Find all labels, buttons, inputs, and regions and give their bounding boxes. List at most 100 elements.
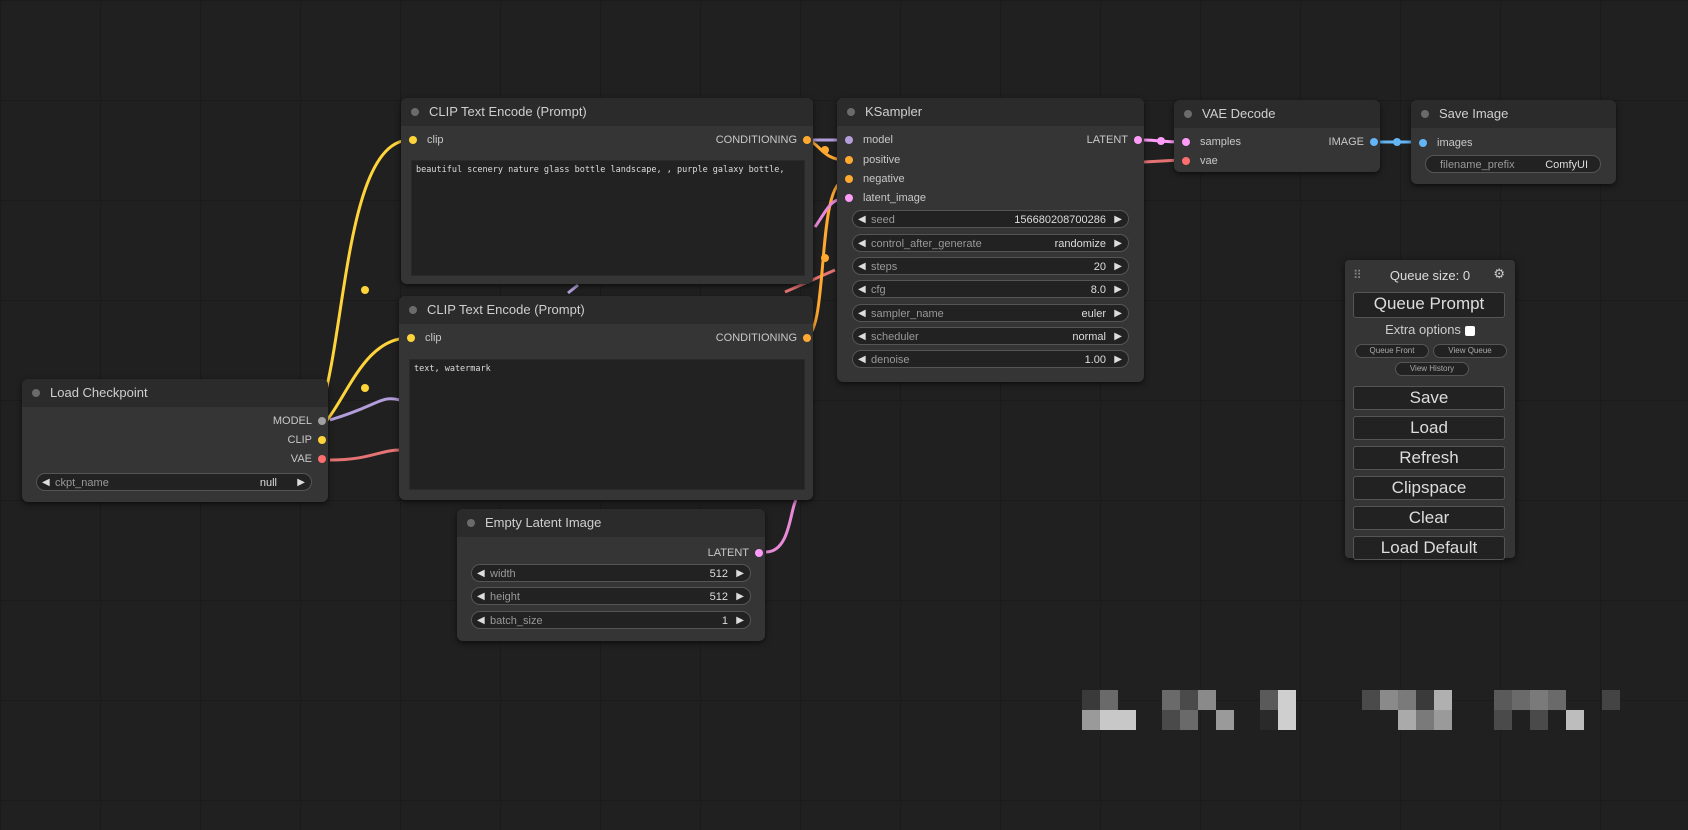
node-title[interactable]: Empty Latent Image [457,509,765,537]
input-pin-icon[interactable] [1182,138,1190,146]
view-queue-button[interactable]: View Queue [1433,344,1507,358]
input-pin-icon[interactable] [1419,139,1427,147]
refresh-button[interactable]: Refresh [1353,446,1505,470]
collapse-dot-icon[interactable] [1184,110,1192,118]
node-title[interactable]: Load Checkpoint [22,379,328,407]
increment-arrow-icon[interactable]: ▶ [736,588,744,606]
clip-text-encode-positive-node[interactable]: CLIP Text Encode (Prompt) clip CONDITION… [401,98,813,284]
increment-arrow-icon[interactable]: ▶ [736,612,744,630]
clip-output-slot[interactable]: CLIP [288,432,326,448]
input-pin-icon[interactable] [845,136,853,144]
increment-arrow-icon[interactable]: ▶ [1114,211,1122,229]
output-pin-icon[interactable] [318,417,326,425]
increment-arrow-icon[interactable]: ▶ [1114,305,1122,323]
input-pin-icon[interactable] [1182,157,1190,165]
collapse-dot-icon[interactable] [467,519,475,527]
prompt-text-area[interactable]: text, watermark [409,359,805,490]
clear-button[interactable]: Clear [1353,506,1505,530]
queue-prompt-button[interactable]: Queue Prompt [1353,292,1505,318]
vae-input-slot[interactable]: vae [1182,153,1218,169]
collapse-dot-icon[interactable] [1421,110,1429,118]
ckpt-name-widget[interactable]: ◀ ckpt_name null ▶ [36,473,312,491]
clip-text-encode-negative-node[interactable]: CLIP Text Encode (Prompt) clip CONDITION… [399,296,813,500]
prompt-text-area[interactable]: beautiful scenery nature glass bottle la… [411,160,805,276]
decrement-arrow-icon[interactable]: ◀ [477,565,485,583]
decrement-arrow-icon[interactable]: ◀ [477,588,485,606]
collapse-dot-icon[interactable] [409,306,417,314]
collapse-dot-icon[interactable] [847,108,855,116]
output-pin-icon[interactable] [803,136,811,144]
decrement-arrow-icon[interactable]: ◀ [858,281,866,299]
output-pin-icon[interactable] [1134,136,1142,144]
load-checkpoint-node[interactable]: Load Checkpoint MODEL CLIP VAE ◀ ckpt_nam… [22,379,328,502]
latent-output-slot[interactable]: LATENT [708,545,763,561]
filename-prefix-widget[interactable]: filename_prefix ComfyUI [1425,155,1601,173]
latent-image-input-slot[interactable]: latent_image [845,190,926,206]
decrement-arrow-icon[interactable]: ◀ [858,258,866,276]
scheduler-widget[interactable]: ◀ scheduler normal ▶ [852,327,1129,345]
output-pin-icon[interactable] [803,334,811,342]
positive-input-slot[interactable]: positive [845,152,900,168]
output-pin-icon[interactable] [1370,138,1378,146]
increment-arrow-icon[interactable]: ▶ [1114,328,1122,346]
model-input-slot[interactable]: model [845,132,893,148]
increment-arrow-icon[interactable]: ▶ [1114,281,1122,299]
seed-widget[interactable]: ◀ seed 156680208700286 ▶ [852,210,1129,228]
model-output-slot[interactable]: MODEL [273,413,326,429]
decrement-arrow-icon[interactable]: ◀ [858,351,866,369]
width-widget[interactable]: ◀ width 512 ▶ [471,564,751,582]
input-pin-icon[interactable] [407,334,415,342]
node-title[interactable]: KSampler [837,98,1144,126]
node-title[interactable]: CLIP Text Encode (Prompt) [399,296,813,324]
save-button[interactable]: Save [1353,386,1505,410]
node-title[interactable]: VAE Decode [1174,100,1380,128]
output-pin-icon[interactable] [318,455,326,463]
conditioning-output-slot[interactable]: CONDITIONING [716,132,811,148]
clip-input-slot[interactable]: clip [409,132,444,148]
extra-options-checkbox[interactable] [1464,325,1475,336]
view-history-button[interactable]: View History [1395,362,1469,376]
latent-output-slot[interactable]: LATENT [1087,132,1142,148]
output-pin-icon[interactable] [318,436,326,444]
increment-arrow-icon[interactable]: ▶ [297,474,305,492]
decrement-arrow-icon[interactable]: ◀ [858,328,866,346]
clipspace-button[interactable]: Clipspace [1353,476,1505,500]
input-pin-icon[interactable] [409,136,417,144]
decrement-arrow-icon[interactable]: ◀ [477,612,485,630]
image-output-slot[interactable]: IMAGE [1329,134,1378,150]
increment-arrow-icon[interactable]: ▶ [736,565,744,583]
input-pin-icon[interactable] [845,194,853,202]
load-button[interactable]: Load [1353,416,1505,440]
empty-latent-image-node[interactable]: Empty Latent Image LATENT ◀ width 512 ▶ ◀ he… [457,509,765,641]
collapse-dot-icon[interactable] [411,108,419,116]
control-after-generate-widget[interactable]: ◀ control_after_generate randomize ▶ [852,234,1129,252]
node-title[interactable]: CLIP Text Encode (Prompt) [401,98,813,126]
decrement-arrow-icon[interactable]: ◀ [858,211,866,229]
decrement-arrow-icon[interactable]: ◀ [858,235,866,253]
gear-icon[interactable]: ⚙ [1493,266,1505,282]
samples-input-slot[interactable]: samples [1182,134,1241,150]
height-widget[interactable]: ◀ height 512 ▶ [471,587,751,605]
vae-decode-node[interactable]: VAE Decode samples vae IMAGE [1174,100,1380,172]
batch-size-widget[interactable]: ◀ batch_size 1 ▶ [471,611,751,629]
negative-input-slot[interactable]: negative [845,171,905,187]
decrement-arrow-icon[interactable]: ◀ [858,305,866,323]
queue-front-button[interactable]: Queue Front [1355,344,1429,358]
load-default-button[interactable]: Load Default [1353,536,1505,560]
clip-input-slot[interactable]: clip [407,330,442,346]
cfg-widget[interactable]: ◀ cfg 8.0 ▶ [852,280,1129,298]
ksampler-node[interactable]: KSampler model positive negative latent_… [837,98,1144,382]
increment-arrow-icon[interactable]: ▶ [1114,235,1122,253]
input-pin-icon[interactable] [845,156,853,164]
collapse-dot-icon[interactable] [32,389,40,397]
sampler-name-widget[interactable]: ◀ sampler_name euler ▶ [852,304,1129,322]
conditioning-output-slot[interactable]: CONDITIONING [716,330,811,346]
increment-arrow-icon[interactable]: ▶ [1114,351,1122,369]
output-pin-icon[interactable] [755,549,763,557]
steps-widget[interactable]: ◀ steps 20 ▶ [852,257,1129,275]
denoise-widget[interactable]: ◀ denoise 1.00 ▶ [852,350,1129,368]
images-input-slot[interactable]: images [1419,135,1472,151]
vae-output-slot[interactable]: VAE [291,451,326,467]
save-image-node[interactable]: Save Image images filename_prefix ComfyUI [1411,100,1616,184]
decrement-arrow-icon[interactable]: ◀ [42,474,50,492]
